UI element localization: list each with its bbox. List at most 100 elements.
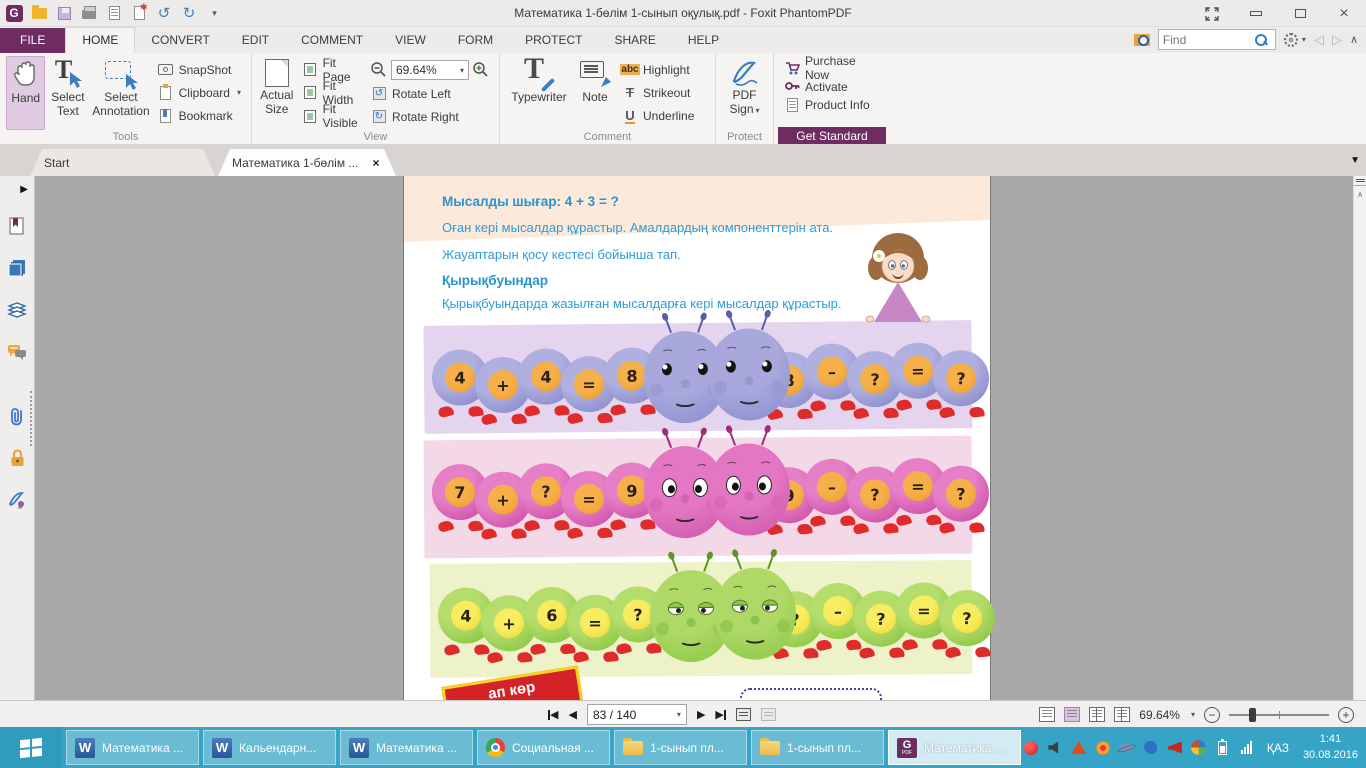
- print-icon[interactable]: [80, 4, 98, 22]
- tray-warning-icon[interactable]: [1071, 740, 1087, 756]
- taskbar-item-word-3[interactable]: WМатематика ...: [340, 730, 473, 765]
- zoom-dropdown-icon[interactable]: ▾: [1191, 710, 1195, 719]
- undo-icon[interactable]: ↺: [155, 4, 173, 22]
- rotate-right-button[interactable]: ↻Rotate Right: [371, 107, 489, 127]
- tray-battery-icon[interactable]: [1215, 740, 1231, 756]
- product-info-button[interactable]: Product Info: [784, 96, 882, 114]
- save-icon[interactable]: [55, 4, 73, 22]
- tray-pinwheel-icon[interactable]: [1191, 740, 1207, 756]
- tray-antivirus-icon[interactable]: [1095, 740, 1111, 756]
- tray-glove-icon[interactable]: [1143, 740, 1159, 756]
- typewriter-button[interactable]: T Typewriter: [506, 56, 572, 130]
- continuous-facing-layout-icon[interactable]: [1114, 707, 1130, 722]
- collapse-ribbon-icon[interactable]: ∧: [1350, 33, 1358, 46]
- start-button[interactable]: [0, 727, 62, 768]
- search-icon[interactable]: [1255, 34, 1267, 46]
- underline-button[interactable]: UUnderline: [622, 106, 694, 126]
- foxit-logo-icon[interactable]: G: [5, 4, 23, 22]
- zoom-slider-handle[interactable]: [1249, 708, 1256, 722]
- zoom-in-icon[interactable]: [473, 62, 489, 78]
- snapshot-button[interactable]: SnapShot: [158, 60, 241, 80]
- bookmark-button[interactable]: Bookmark: [158, 106, 241, 126]
- continuous-layout-icon[interactable]: [1064, 707, 1080, 722]
- status-zoom-value[interactable]: 69.64%: [1139, 708, 1180, 722]
- expand-panel-icon[interactable]: ▶: [20, 184, 28, 195]
- next-page-button[interactable]: ▶: [697, 708, 705, 721]
- layers-panel-icon[interactable]: [7, 300, 27, 320]
- vertical-scrollbar[interactable]: ∧: [1353, 176, 1366, 700]
- customize-toolbar-icon[interactable]: ▾: [205, 4, 223, 22]
- tab-protect[interactable]: PROTECT: [509, 28, 598, 53]
- hand-tool-button[interactable]: Hand: [6, 56, 45, 130]
- rotate-left-button[interactable]: ↺Rotate Left: [371, 84, 489, 104]
- zoom-combobox[interactable]: 69.64%▾: [391, 60, 469, 80]
- fit-visible-button[interactable]: Fit Visible: [302, 106, 361, 126]
- facing-layout-icon[interactable]: [1089, 707, 1105, 722]
- open-file-icon[interactable]: [30, 4, 48, 22]
- tray-signal-icon[interactable]: [1239, 740, 1255, 756]
- get-standard-button[interactable]: Get Standard: [778, 127, 886, 144]
- document-view[interactable]: Мысалды шығар: 4 + 3 = ? Оған кері мысал…: [36, 176, 1366, 727]
- bookmarks-panel-icon[interactable]: [7, 216, 27, 236]
- select-text-button[interactable]: T Select Text: [47, 56, 88, 130]
- single-page-layout-icon[interactable]: [1039, 707, 1055, 722]
- split-view-handle[interactable]: [1354, 176, 1366, 186]
- tab-home[interactable]: HOME: [65, 27, 135, 53]
- close-tab-icon[interactable]: ×: [372, 156, 379, 170]
- actual-size-button[interactable]: Actual Size: [258, 56, 296, 130]
- panel-resize-handle[interactable]: [30, 391, 33, 446]
- first-page-button[interactable]: ◀: [548, 708, 558, 721]
- tab-help[interactable]: HELP: [672, 28, 735, 53]
- search-folder-icon[interactable]: [1134, 34, 1150, 46]
- tab-file[interactable]: FILE: [0, 28, 65, 53]
- taskbar-item-foxit-active[interactable]: GPDFМатематика ...: [888, 730, 1021, 765]
- find-input[interactable]: [1163, 33, 1255, 47]
- find-next-icon[interactable]: ▷: [1332, 32, 1342, 48]
- tab-list-dropdown-icon[interactable]: ▼: [1350, 155, 1360, 166]
- tab-comment[interactable]: COMMENT: [285, 28, 379, 53]
- previous-view-icon[interactable]: [736, 708, 751, 721]
- find-options[interactable]: ▾: [1284, 33, 1306, 47]
- tab-share[interactable]: SHARE: [598, 28, 671, 53]
- scroll-up-icon[interactable]: ∧: [1354, 186, 1366, 199]
- redo-icon[interactable]: ↻: [180, 4, 198, 22]
- security-panel-icon[interactable]: [7, 448, 27, 468]
- purchase-now-button[interactable]: Purchase Now: [784, 58, 882, 78]
- activate-button[interactable]: Activate: [784, 78, 882, 96]
- taskbar-item-word-2[interactable]: WКальендарн...: [203, 730, 336, 765]
- clock[interactable]: 1:41 30.08.2016: [1303, 732, 1358, 763]
- tray-app-red-icon[interactable]: [1023, 740, 1039, 756]
- signature-panel-icon[interactable]: [7, 490, 27, 510]
- minimize-button[interactable]: [1234, 0, 1278, 27]
- highlight-button[interactable]: abcHighlight: [622, 60, 694, 80]
- note-button[interactable]: Note: [574, 56, 616, 130]
- pdf-sign-button[interactable]: PDF Sign▾: [722, 56, 767, 130]
- previous-page-button[interactable]: ◀: [568, 708, 576, 721]
- tray-planet-icon[interactable]: [1119, 740, 1135, 756]
- taskbar-item-folder-1[interactable]: 1-сынып пл...: [614, 730, 747, 765]
- zoom-out-icon[interactable]: [371, 62, 387, 78]
- attachments-panel-icon[interactable]: [7, 406, 27, 426]
- taskbar-item-word-1[interactable]: WМатематика ...: [66, 730, 199, 765]
- zoom-in-button[interactable]: +: [1338, 707, 1354, 723]
- tray-horn-icon[interactable]: [1167, 740, 1183, 756]
- zoom-slider[interactable]: [1229, 708, 1329, 722]
- clipboard-button[interactable]: Clipboard▾: [158, 83, 241, 103]
- doc-tab-start[interactable]: Start: [30, 149, 215, 176]
- comments-panel-icon[interactable]: [7, 342, 27, 362]
- fullscreen-icon[interactable]: [1190, 0, 1234, 27]
- close-button[interactable]: ×: [1322, 0, 1366, 27]
- taskbar-item-folder-2[interactable]: 1-сынып пл...: [751, 730, 884, 765]
- pages-panel-icon[interactable]: [7, 258, 27, 278]
- document-properties-icon[interactable]: [105, 4, 123, 22]
- tab-convert[interactable]: CONVERT: [135, 28, 225, 53]
- find-previous-icon[interactable]: ◁: [1314, 32, 1324, 48]
- select-annotation-button[interactable]: Select Annotation: [90, 56, 151, 130]
- taskbar-item-chrome[interactable]: Социальная ...: [477, 730, 610, 765]
- zoom-out-button[interactable]: −: [1204, 707, 1220, 723]
- fit-page-button[interactable]: Fit Page: [302, 60, 361, 80]
- tab-form[interactable]: FORM: [442, 28, 509, 53]
- tab-edit[interactable]: EDIT: [226, 28, 285, 53]
- doc-tab-current[interactable]: Математика 1-бөлім ... ×: [218, 149, 396, 176]
- tab-view[interactable]: VIEW: [379, 28, 442, 53]
